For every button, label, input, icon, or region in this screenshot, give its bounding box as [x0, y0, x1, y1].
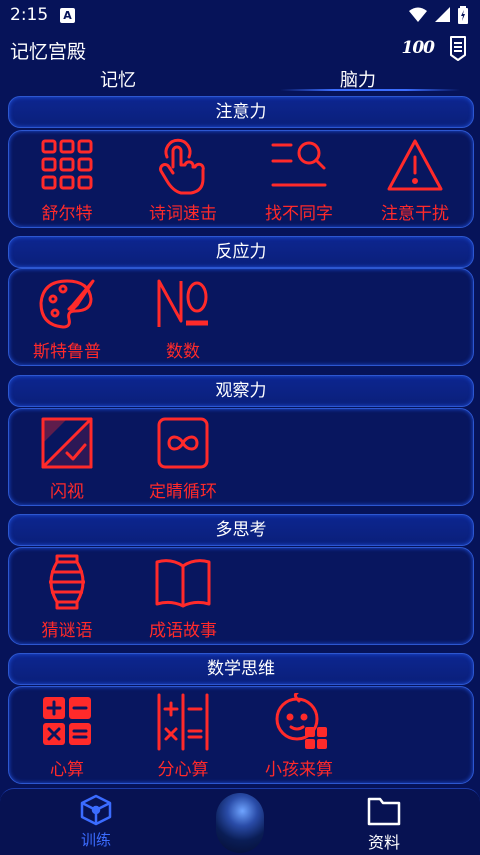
section-header-observation: 观察力: [8, 375, 474, 407]
flash-card-icon: [41, 417, 93, 469]
section-header-attention: 注意力: [8, 96, 474, 128]
item-flash-view[interactable]: 闪视: [9, 409, 125, 505]
item-stroop[interactable]: 斯特鲁普: [9, 269, 125, 365]
section-header-reaction: 反应力: [8, 236, 474, 268]
section-thinking: 猜谜语 成语故事: [8, 547, 474, 645]
document-list-icon[interactable]: [448, 35, 468, 61]
item-label: 舒尔特: [41, 204, 93, 224]
notification-badge: A: [60, 8, 75, 23]
search-list-icon: [271, 141, 327, 187]
split-calc-icon: [157, 693, 209, 751]
item-idiom-stories[interactable]: 成语故事: [125, 548, 241, 644]
item-label: 小孩来算: [265, 760, 333, 780]
item-schulte[interactable]: 舒尔特: [9, 131, 125, 227]
section-header-math: 数学思维: [8, 653, 474, 685]
status-icons: [409, 6, 468, 24]
app-bar-actions: 100: [402, 35, 469, 61]
avatar[interactable]: [216, 793, 264, 853]
warning-icon: [387, 139, 443, 191]
calculator-icon: [43, 697, 91, 745]
item-count[interactable]: 数数: [125, 269, 241, 365]
tab-indicator: [280, 89, 460, 91]
signal-icon: [435, 7, 450, 22]
nav-train-label: 训练: [80, 831, 111, 849]
item-riddles[interactable]: 猜谜语: [9, 548, 125, 644]
item-label: 找不同字: [265, 204, 333, 224]
wifi-icon: [409, 7, 427, 22]
item-attention-interference[interactable]: 注意干扰: [357, 131, 473, 227]
item-label: 注意干扰: [381, 204, 449, 224]
item-mental-math[interactable]: 心算: [9, 687, 125, 783]
item-find-difference[interactable]: 找不同字: [241, 131, 357, 227]
palette-icon: [39, 279, 95, 329]
item-label: 斯特鲁普: [33, 342, 101, 362]
child-calc-icon: [275, 693, 327, 749]
bottom-nav: 训练 资料: [0, 788, 480, 855]
section-header-thinking: 多思考: [8, 514, 474, 546]
item-label: 定睛循环: [149, 482, 217, 502]
tab-memory[interactable]: 记忆: [100, 66, 136, 92]
nav-train[interactable]: 训练: [64, 793, 128, 850]
nav-data[interactable]: 资料: [352, 793, 416, 853]
infinity-icon: [157, 417, 209, 469]
item-label: 闪视: [50, 482, 84, 502]
folder-icon: [367, 797, 401, 826]
cube-network-icon: [80, 794, 112, 826]
item-label: 数数: [166, 342, 200, 362]
item-split-math[interactable]: 分心算: [125, 687, 241, 783]
app-title: 记忆宫殿: [10, 41, 87, 63]
item-kids-math[interactable]: 小孩来算: [241, 687, 357, 783]
section-math: 心算 分心算 小孩来算: [8, 686, 474, 784]
item-poetry-tap[interactable]: 诗词速击: [125, 131, 241, 227]
status-bar: 2:15 A: [0, 0, 480, 32]
number-sign-icon: [157, 279, 208, 327]
section-observation: 闪视 定睛循环: [8, 408, 474, 506]
item-focus-loop[interactable]: 定睛循环: [125, 409, 241, 505]
lantern-icon: [49, 554, 85, 610]
nav-data-label: 资料: [367, 833, 400, 852]
grid-icon: [41, 139, 93, 190]
section-attention: 舒尔特 诗词速击 找不同字 注意干扰: [8, 130, 474, 228]
item-label: 诗词速击: [149, 204, 217, 224]
section-reaction: 斯特鲁普 数数: [8, 268, 474, 366]
book-icon: [155, 559, 211, 608]
tap-hand-icon: [159, 138, 205, 195]
top-tabs: 记忆 脑力: [0, 64, 480, 94]
battery-icon: [458, 6, 468, 24]
score-100-icon[interactable]: 100: [402, 38, 435, 58]
status-time: 2:15: [10, 5, 49, 25]
item-label: 心算: [50, 760, 84, 780]
item-label: 分心算: [157, 760, 209, 780]
item-label: 成语故事: [149, 621, 217, 641]
item-label: 猜谜语: [41, 621, 93, 641]
app-bar: 记忆宫殿 100: [0, 32, 480, 68]
